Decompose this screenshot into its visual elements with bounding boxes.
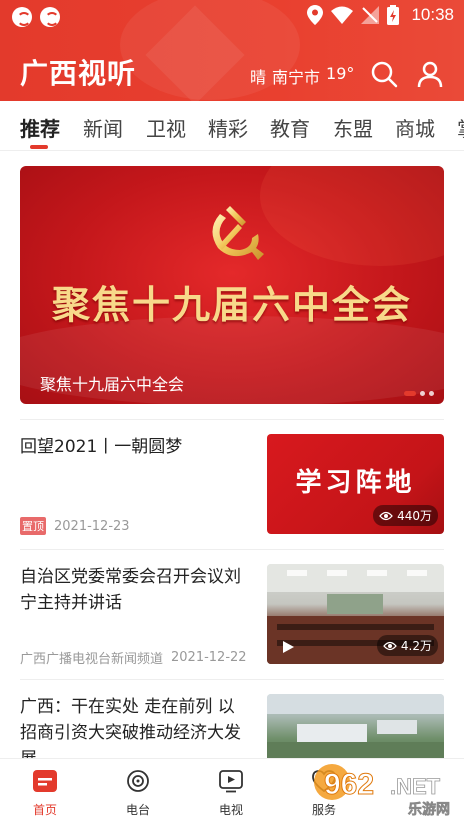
svg-text:.NET: .NET: [390, 774, 441, 799]
article-date: 2021-12-23: [54, 518, 130, 534]
divider: [20, 549, 444, 550]
nav-tv[interactable]: 电视: [201, 769, 261, 818]
industrial-park-image: [267, 694, 444, 758]
tab-satellite-tv[interactable]: 卫视: [146, 113, 186, 142]
tab-highlights[interactable]: 精彩: [208, 113, 248, 142]
svg-text:乐游网: 乐游网: [408, 801, 450, 818]
thumbnail-text: 学习阵地: [295, 468, 416, 498]
top-header-bar: 10:38 广西视听 晴 南宁市 19°: [0, 0, 464, 101]
status-bar: 10:38: [0, 0, 464, 34]
divider: [20, 679, 444, 680]
eye-icon: [383, 641, 397, 650]
weather-info[interactable]: 晴 南宁市 19°: [250, 64, 354, 88]
carousel-indicators: [404, 391, 434, 396]
category-tabs: 推荐 新闻 卫视 精彩 教育 东盟 商城 掌: [0, 101, 464, 151]
tv-icon: [219, 770, 243, 793]
wifi-icon: [331, 6, 354, 24]
app-title: 广西视听: [20, 57, 137, 90]
app-circle-icon: [12, 7, 32, 27]
list-item[interactable]: 自治区党委常委会召开会议刘宁主持并讲话 广西广播电视台新闻频道 2021-12-…: [20, 564, 444, 667]
app-header: 广西视听 晴 南宁市 19°: [0, 34, 464, 101]
list-item[interactable]: 广西：干在实处 走在前列 以招商引资大突破推动经济大发展: [20, 694, 444, 758]
party-emblem-icon: [212, 206, 264, 260]
weather-temperature: 19°: [326, 64, 355, 83]
carousel-dot: [420, 391, 425, 396]
watermark-962-logo: 962 .NET 乐游网: [314, 764, 450, 818]
signal-icon: [361, 6, 380, 24]
banner-headline: 聚焦十九届六中全会: [51, 282, 412, 327]
article-source: 广西广播电视台新闻频道: [20, 652, 164, 667]
article-date: 2021-12-22: [171, 650, 247, 665]
tab-recommend[interactable]: 推荐: [20, 113, 60, 142]
watermark-logo: 962 .NET 乐游网: [310, 760, 460, 823]
article-title: 自治区党委常委会召开会议刘宁主持并讲话: [20, 567, 241, 613]
battery-icon: [387, 5, 400, 25]
carousel-dot: [404, 391, 416, 396]
tab-education[interactable]: 教育: [270, 113, 310, 142]
location-icon: [307, 5, 324, 25]
radio-icon: [127, 770, 149, 792]
view-count: 440万: [373, 505, 438, 526]
banner-caption: 聚焦十九届六中全会: [40, 375, 185, 394]
home-icon: [33, 770, 57, 792]
nav-radio[interactable]: 电台: [108, 769, 168, 818]
status-time: 10:38: [411, 5, 454, 24]
play-icon[interactable]: [281, 640, 295, 654]
nav-home[interactable]: 首页: [15, 769, 75, 818]
tab-news[interactable]: 新闻: [83, 113, 123, 142]
weather-city: 南宁市: [272, 68, 321, 87]
pinned-badge: 置顶: [20, 517, 46, 535]
article-title: 回望2021丨一朝圆梦: [20, 437, 183, 457]
tab-more[interactable]: 掌: [457, 113, 464, 142]
user-icon[interactable]: [416, 60, 444, 88]
article-title: 广西：干在实处 走在前列 以招商引资大突破推动经济大发展: [20, 697, 241, 758]
article-thumbnail: [267, 694, 444, 758]
search-icon[interactable]: [370, 60, 398, 88]
article-thumbnail: 学习阵地 440万: [267, 434, 444, 534]
weather-condition: 晴: [250, 68, 267, 87]
active-tab-indicator: [30, 145, 48, 149]
divider: [20, 419, 444, 420]
list-item[interactable]: 回望2021丨一朝圆梦 置顶 2021-12-23 学习阵地 440万: [20, 434, 444, 536]
svg-text:962: 962: [324, 768, 374, 801]
tab-asean[interactable]: 东盟: [333, 113, 373, 142]
view-count: 4.2万: [376, 635, 438, 656]
tab-mall[interactable]: 商城: [395, 113, 435, 142]
article-thumbnail: 4.2万: [267, 564, 444, 664]
carousel-dot: [429, 391, 434, 396]
eye-icon: [379, 511, 393, 520]
banner-carousel[interactable]: 聚焦十九届六中全会 聚焦十九届六中全会: [20, 166, 444, 404]
app-circle-icon: [40, 7, 60, 27]
